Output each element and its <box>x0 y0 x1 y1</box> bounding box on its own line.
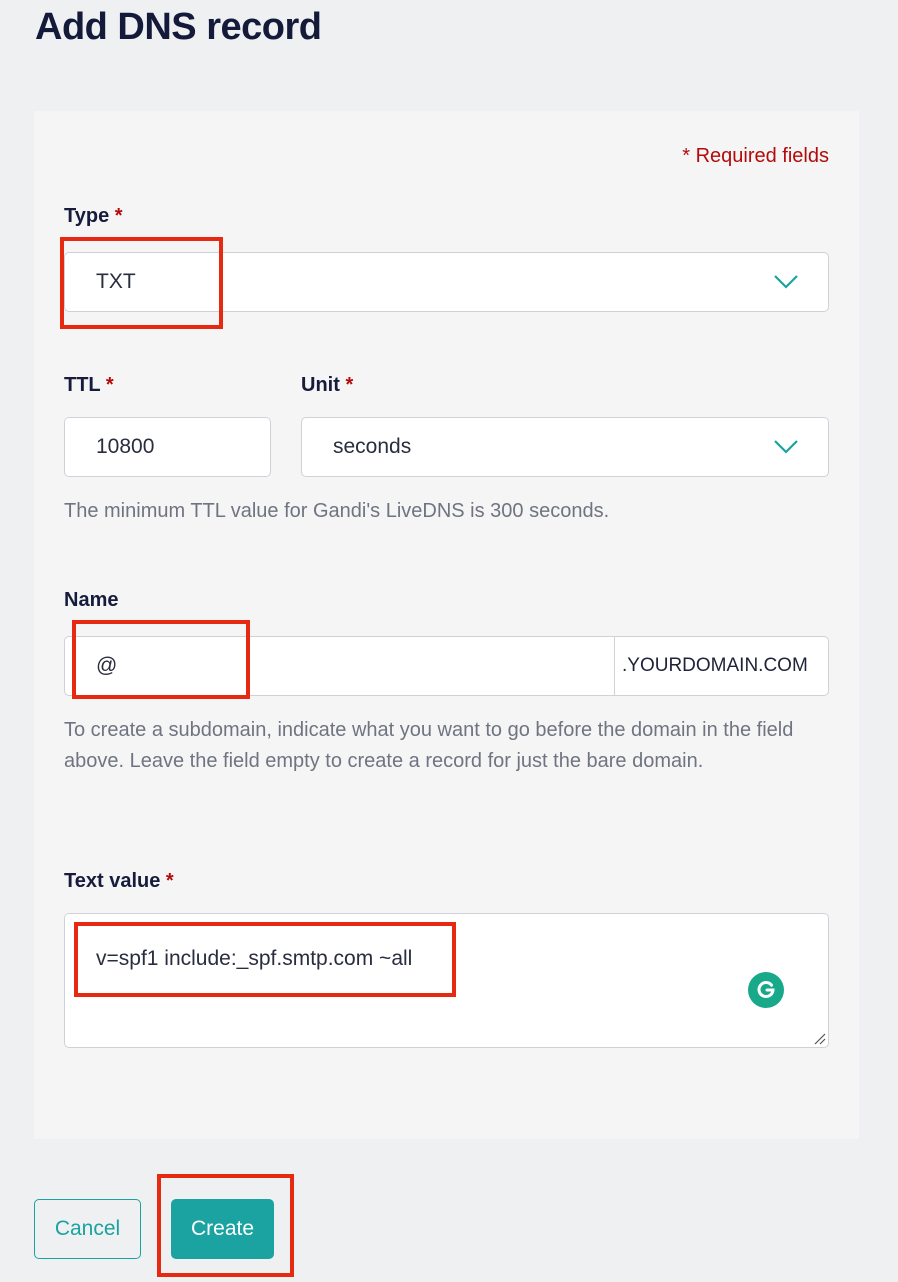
ttl-input[interactable]: 10800 <box>64 417 271 477</box>
unit-select-value: seconds <box>333 435 412 458</box>
ttl-help-text: The minimum TTL value for Gandi's LiveDN… <box>64 500 610 522</box>
cancel-button[interactable]: Cancel <box>34 1199 141 1259</box>
required-star: * <box>165 870 174 892</box>
type-select[interactable]: TXT <box>64 252 829 312</box>
ttl-input-value: 10800 <box>96 435 155 458</box>
text-value-label-text: Text value <box>64 870 161 892</box>
name-label: Name <box>64 589 118 612</box>
required-fields-note: * Required fields <box>682 145 829 167</box>
text-value-content: v=spf1 include:_spf.smtp.com ~all <box>96 947 413 970</box>
text-value-textarea[interactable]: v=spf1 include:_spf.smtp.com ~all <box>64 913 829 1048</box>
text-value-label: Text value * <box>64 870 174 893</box>
chevron-down-icon <box>774 440 798 454</box>
required-star: * <box>105 374 114 396</box>
unit-select[interactable]: seconds <box>301 417 829 477</box>
name-input-value: @ <box>96 654 118 677</box>
domain-suffix: .YOURDOMAIN.COM <box>614 637 828 695</box>
required-star: * <box>114 205 123 227</box>
type-label-text: Type <box>64 205 110 227</box>
ttl-label-text: TTL <box>64 374 101 396</box>
type-label: Type * <box>64 205 123 228</box>
grammarly-g-glyph <box>757 981 775 999</box>
type-select-value: TXT <box>96 270 136 293</box>
name-label-text: Name <box>64 589 119 611</box>
unit-label-text: Unit <box>301 374 340 396</box>
grammarly-icon[interactable] <box>748 972 784 1008</box>
name-input[interactable]: @ .YOURDOMAIN.COM <box>64 636 829 696</box>
chevron-down-icon <box>774 275 798 289</box>
create-button[interactable]: Create <box>171 1199 274 1259</box>
required-star: * <box>345 374 354 396</box>
unit-label: Unit * <box>301 374 353 397</box>
resize-handle-icon[interactable] <box>812 1031 826 1045</box>
name-help-text: To create a subdomain, indicate what you… <box>64 719 794 772</box>
page-title: Add DNS record <box>35 6 322 48</box>
ttl-label: TTL * <box>64 374 114 397</box>
dns-record-form: * Required fields Type * TXT TTL * Unit … <box>34 111 859 1139</box>
